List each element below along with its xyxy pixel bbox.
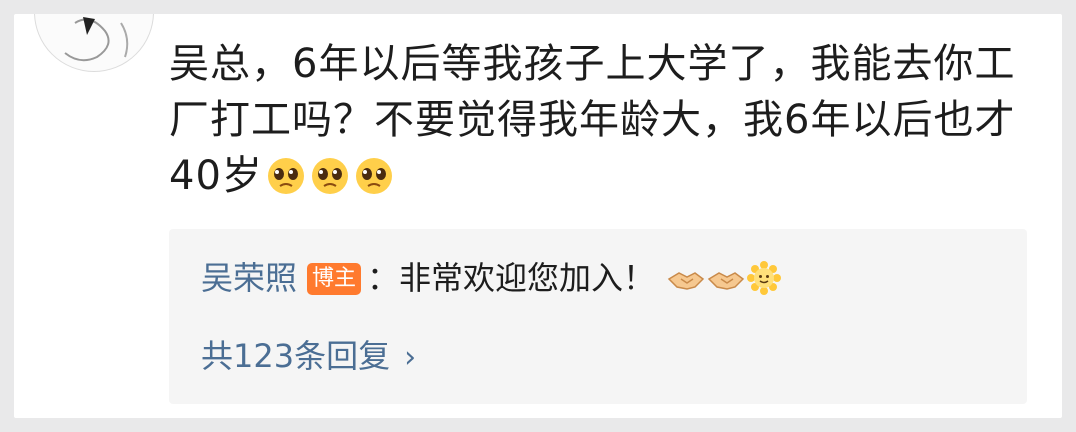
- replies-count-label: 共123条回复: [201, 337, 391, 375]
- comment-card: 吴总，6年以后等我孩子上大学了，我能去你工厂打工吗？不要觉得我年龄大，我6年以后…: [14, 14, 1062, 418]
- blogger-badge: 博主: [307, 263, 362, 295]
- sketch-avatar-icon: [64, 17, 129, 62]
- pleading-face-icon: [265, 154, 307, 210]
- pleading-face-icon: [353, 154, 395, 210]
- reply-separator: ：: [367, 259, 400, 297]
- reply-text: 非常欢迎您加入！: [399, 259, 656, 297]
- reply-preview[interactable]: 吴荣照 博主 ：非常欢迎您加入！ 共123条回复 ›: [169, 229, 1027, 404]
- pleading-face-icon: [309, 154, 351, 210]
- chevron-right-icon: ›: [404, 340, 417, 375]
- reply-line: 吴荣照 博主 ：非常欢迎您加入！: [201, 257, 782, 305]
- avatar[interactable]: [34, 14, 154, 72]
- handshake-icon: [707, 263, 745, 305]
- comment-text-block: 吴总，6年以后等我孩子上大学了，我能去你工厂打工吗？不要觉得我年龄大，我6年以后…: [169, 36, 1049, 210]
- reply-author-link[interactable]: 吴荣照: [201, 259, 297, 297]
- sun-face-icon: [747, 261, 782, 305]
- view-all-replies-link[interactable]: 共123条回复 ›: [201, 335, 416, 379]
- handshake-icon: [667, 263, 705, 305]
